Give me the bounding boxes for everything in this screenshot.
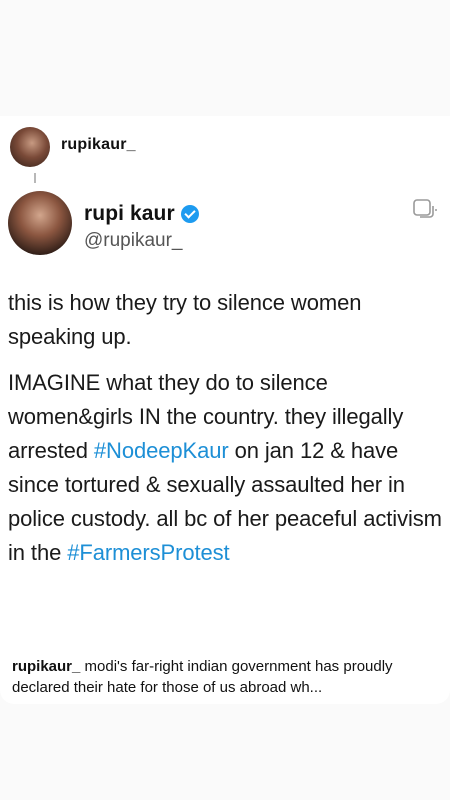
- avatar[interactable]: [10, 127, 50, 167]
- tweet-paragraph-1: this is how they try to silence women sp…: [8, 290, 362, 349]
- tweet-handle: @rupikaur_: [84, 230, 183, 251]
- post-card: rupikaur_ rupi kaur @rupikaur_ this is h…: [0, 116, 450, 704]
- hashtag-link[interactable]: #NodeepKaur: [94, 438, 229, 463]
- caption-username[interactable]: rupikaur_: [12, 658, 80, 675]
- post-header: rupikaur_: [0, 116, 450, 174]
- hashtag-link[interactable]: #FarmersProtest: [67, 540, 229, 565]
- post-username[interactable]: rupikaur_: [61, 136, 136, 154]
- verified-badge-icon: [180, 205, 199, 223]
- tweet-avatar: [8, 191, 72, 255]
- tweet-text: this is how they try to silence women sp…: [8, 286, 444, 570]
- tweet-name-text: rupi kaur: [84, 202, 175, 225]
- tweet-paragraph-2: IMAGINE what they do to silence women&gi…: [8, 366, 444, 570]
- thread-connector: [34, 173, 36, 183]
- copy-icon: [413, 199, 437, 218]
- post-caption[interactable]: rupikaur_ modi's far-right indian govern…: [12, 656, 442, 698]
- tweet-display-name: rupi kaur: [84, 202, 199, 226]
